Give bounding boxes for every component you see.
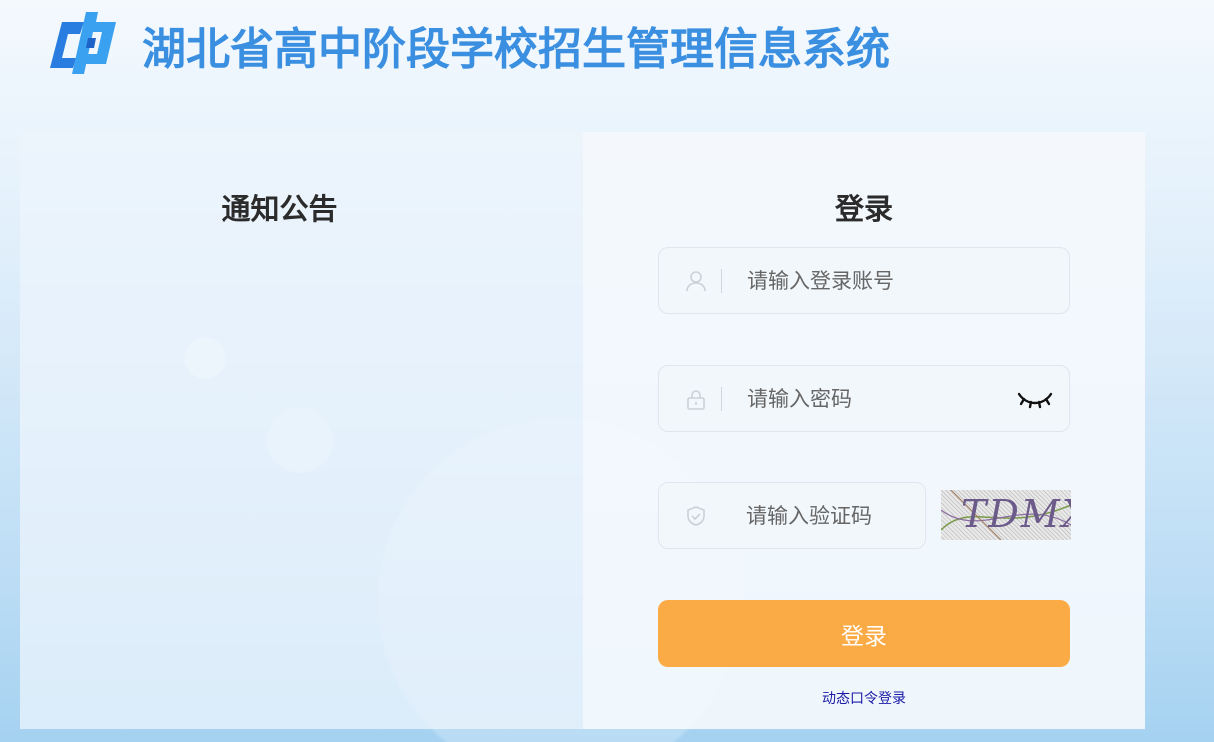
eye-closed-icon[interactable]: [1015, 387, 1055, 411]
lock-icon: [685, 388, 707, 410]
user-icon: [685, 270, 707, 292]
main-card: 通知公告 登录 请输入登录账号 请输入验证码 TDM 登录 动态口令登录: [20, 132, 1145, 729]
header: 湖北省高中阶段学校招生管理信息系统: [44, 6, 890, 84]
login-button[interactable]: 登录: [658, 600, 1070, 667]
field-divider: [721, 386, 722, 411]
dynamic-password-login-link[interactable]: 动态口令登录: [583, 688, 1145, 708]
captcha-field[interactable]: [658, 482, 1014, 549]
password-field[interactable]: [658, 365, 1070, 432]
password-input[interactable]: [747, 378, 1015, 419]
username-input[interactable]: [747, 260, 1069, 301]
captcha-text: TDMX: [961, 492, 1071, 536]
username-field[interactable]: [658, 247, 1070, 314]
login-title: 登录: [834, 192, 893, 226]
notice-title: 通知公告: [221, 192, 338, 226]
shield-check-icon: [685, 505, 707, 527]
login-panel: 登录 请输入登录账号 请输入验证码 TDM 登录 动态口令登录: [583, 132, 1145, 729]
system-title: 湖北省高中阶段学校招生管理信息系统: [142, 24, 890, 75]
hubei-education-logo-icon: [50, 12, 116, 74]
notice-panel: 通知公告: [20, 132, 583, 729]
field-divider: [721, 268, 722, 293]
captcha-image[interactable]: TDMX: [941, 490, 1071, 540]
